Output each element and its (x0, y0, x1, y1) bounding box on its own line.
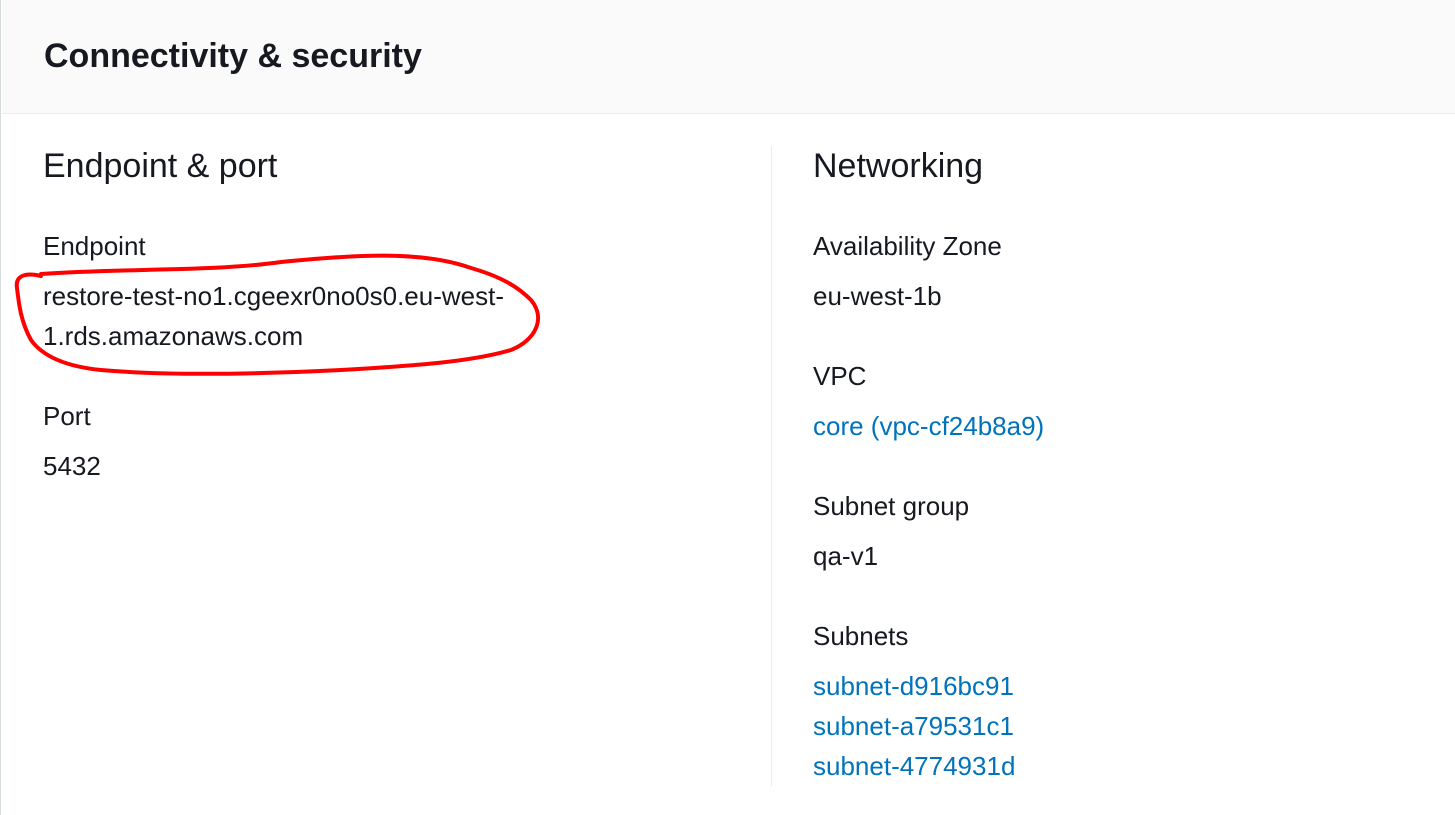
endpoint-value[interactable]: restore-test-no1.cgeexr0no0s0.eu-west-1.… (43, 276, 513, 356)
column-divider (771, 146, 772, 786)
endpoint-port-column: Endpoint & port Endpoint restore-test-no… (43, 146, 743, 481)
port-value: 5432 (43, 451, 101, 481)
port-label: Port (43, 401, 91, 431)
subnets-field: Subnets subnet-d916bc91 subnet-a79531c1 … (813, 620, 1015, 786)
endpoint-label: Endpoint (43, 231, 146, 261)
availability-zone-label: Availability Zone (813, 231, 1002, 261)
subnet-link[interactable]: subnet-a79531c1 (813, 706, 1015, 746)
vpc-field: VPC core (vpc-cf24b8a9) (813, 360, 1044, 446)
subnet-link[interactable]: subnet-4774931d (813, 746, 1015, 786)
panel-title: Connectivity & security (44, 37, 422, 75)
subnet-group-label: Subnet group (813, 491, 970, 521)
subnets-list: subnet-d916bc91 subnet-a79531c1 subnet-4… (813, 666, 1015, 786)
endpoint-port-heading: Endpoint & port (43, 147, 278, 185)
subnet-group-value: qa-v1 (813, 541, 879, 571)
subnet-group-field: Subnet group qa-v1 (813, 490, 969, 576)
subnets-label: Subnets (813, 621, 909, 651)
networking-heading: Networking (813, 147, 984, 185)
panel-header: Connectivity & security (2, 0, 1455, 114)
availability-zone-field: Availability Zone eu-west-1b (813, 230, 1002, 316)
subnet-link[interactable]: subnet-d916bc91 (813, 666, 1015, 706)
red-circle-annotation (14, 253, 541, 376)
vpc-label: VPC (813, 361, 867, 391)
connectivity-security-panel: Connectivity & security Endpoint & port … (0, 0, 1455, 815)
endpoint-field: Endpoint restore-test-no1.cgeexr0no0s0.e… (43, 230, 513, 356)
port-field: Port 5432 (43, 400, 101, 486)
networking-column: Networking Availability Zone eu-west-1b … (813, 146, 1433, 781)
vpc-link[interactable]: core (vpc-cf24b8a9) (813, 406, 1044, 446)
availability-zone-value: eu-west-1b (813, 281, 942, 311)
